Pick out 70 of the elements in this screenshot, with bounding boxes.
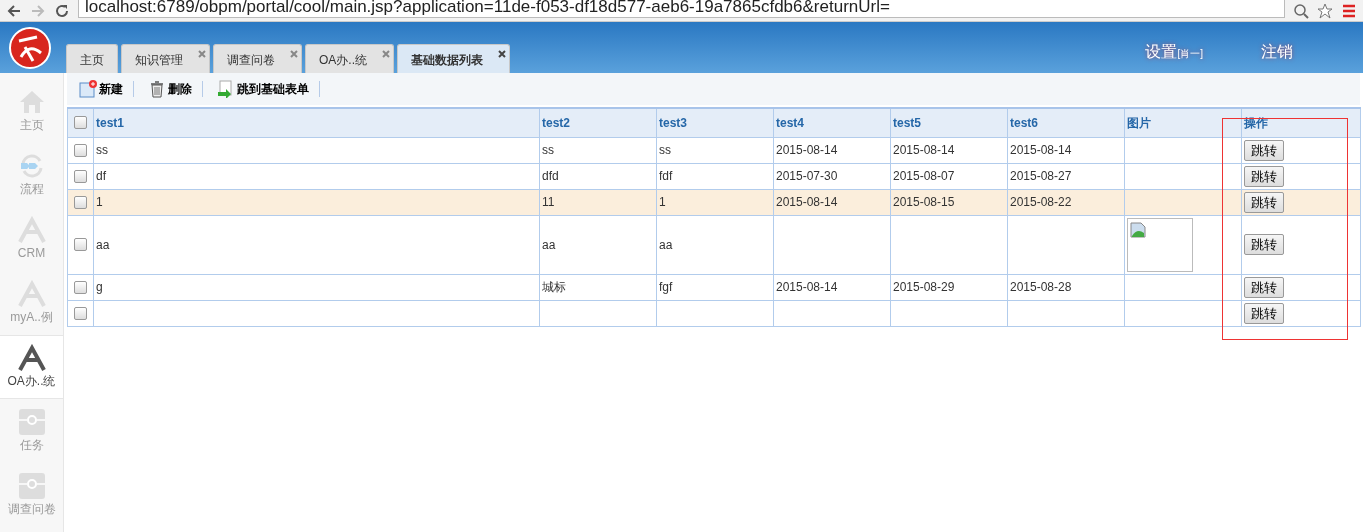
jump-button[interactable]: 跳转	[1244, 276, 1284, 298]
table-cell: 2015-08-14	[893, 143, 955, 157]
tab[interactable]: 知识管理	[121, 44, 210, 73]
table-cell: 2015-08-27	[1010, 169, 1072, 183]
tab[interactable]: OA办..统	[305, 44, 394, 73]
logo-icon	[9, 27, 51, 69]
jump-button[interactable]: 跳转	[1244, 191, 1284, 213]
tent-icon	[16, 344, 47, 372]
table-cell: ss	[96, 143, 108, 157]
table-cell: fdf	[659, 169, 673, 183]
column-header: test1	[96, 115, 124, 130]
jump-button[interactable]: 跳转	[1244, 139, 1284, 161]
checkbox[interactable]	[74, 280, 87, 294]
checkbox[interactable]	[74, 116, 87, 130]
table-cell: 2015-08-14	[776, 195, 838, 209]
checkbox[interactable]	[74, 238, 87, 251]
table-cell: ss	[542, 143, 554, 157]
toolbar-button[interactable]: 跳到基础表单	[215, 81, 320, 97]
table-cell: df	[96, 169, 106, 183]
trash-icon	[148, 80, 166, 98]
table-cell: 城标	[542, 280, 566, 294]
table-cell: fgf	[659, 280, 673, 294]
tent-icon	[16, 280, 47, 308]
column-header: test4	[776, 115, 804, 130]
column-header: test5	[893, 115, 921, 130]
table-cell: 2015-08-14	[776, 143, 838, 157]
reload-icon[interactable]	[54, 2, 70, 19]
toolbar-button[interactable]: 新建	[77, 81, 134, 97]
checkbox[interactable]	[74, 195, 87, 209]
star-icon[interactable]	[1317, 2, 1333, 19]
table-cell: 1	[96, 195, 103, 209]
menu-icon[interactable]	[1341, 2, 1357, 19]
back-icon[interactable]	[6, 2, 22, 19]
forward-icon[interactable]	[30, 2, 46, 19]
table-cell: aa	[542, 237, 556, 252]
checkbox[interactable]	[74, 143, 87, 157]
tab[interactable]: 调查问卷	[213, 44, 302, 73]
tent-icon	[16, 216, 47, 244]
jump-button[interactable]: 跳转	[1244, 302, 1284, 324]
table-cell: 2015-08-15	[893, 195, 955, 209]
address-bar[interactable]: localhost:6789/obpm/portal/cool/main.jsp?application=11de-f053-df18d577-aeb6-19a7865cfdb6&returnUrl=	[78, 0, 1285, 18]
tab[interactable]: 基础数据列表	[397, 44, 510, 73]
column-header: test2	[542, 115, 570, 130]
table-cell: 2015-08-28	[1010, 280, 1072, 294]
table-cell: aa	[96, 237, 110, 252]
table-cell: 2015-07-30	[776, 169, 838, 183]
table-cell: 2015-08-07	[893, 169, 955, 183]
checkbox[interactable]	[74, 306, 87, 320]
jump-button[interactable]: 跳转	[1244, 234, 1284, 255]
table-cell: ss	[659, 143, 671, 157]
add-icon	[79, 80, 97, 98]
zoom-icon[interactable]	[1293, 2, 1309, 19]
table-cell: g	[96, 280, 103, 294]
toolbar-button[interactable]: 删除	[146, 81, 203, 97]
jump-button[interactable]: 跳转	[1244, 165, 1284, 187]
sidebar-item[interactable]: OA办..统	[0, 335, 63, 399]
tab[interactable]: 主页	[66, 44, 118, 73]
table-cell: 1	[659, 195, 666, 209]
column-header: test3	[659, 115, 687, 130]
table-cell: 2015-08-29	[893, 280, 955, 294]
column-header: 图片	[1127, 115, 1151, 130]
table-cell: aa	[659, 237, 673, 252]
table-cell: 2015-08-22	[1010, 195, 1072, 209]
table-cell: dfd	[542, 169, 559, 183]
settings-link[interactable]: 设置[肖一]	[1145, 40, 1203, 64]
table-cell: 2015-08-14	[776, 280, 838, 294]
checkbox[interactable]	[74, 169, 87, 183]
column-header: test6	[1010, 115, 1038, 130]
table-cell: 11	[542, 195, 555, 209]
table-cell: 2015-08-14	[1010, 143, 1072, 157]
